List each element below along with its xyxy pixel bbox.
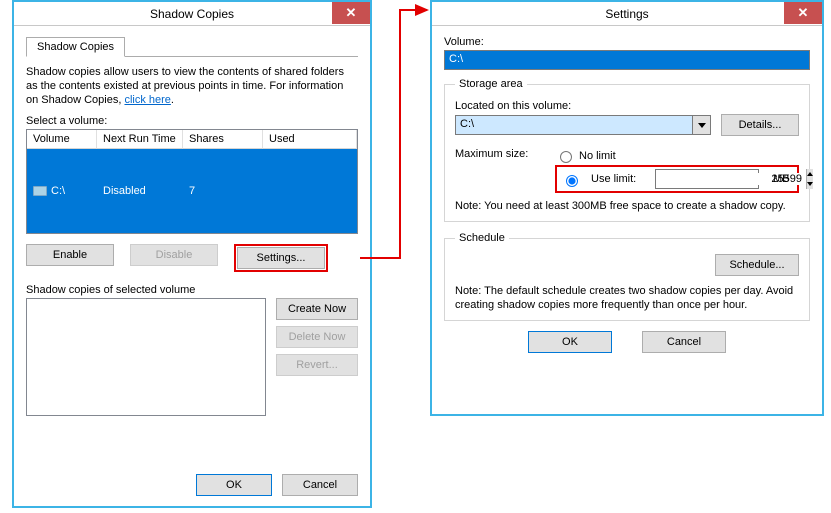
cell-used xyxy=(263,149,357,233)
revert-button: Revert... xyxy=(276,354,358,376)
storage-area-group: Storage area Located on this volume: C:\… xyxy=(444,78,810,222)
cell-shares: 7 xyxy=(183,149,263,233)
col-next-run-time[interactable]: Next Run Time xyxy=(97,130,183,149)
shadow-copies-dialog: Shadow Copies ✕ Shadow Copies Shadow cop… xyxy=(12,0,372,508)
max-size-label: Maximum size: xyxy=(455,146,535,160)
ok-button[interactable]: OK xyxy=(528,331,612,353)
located-label: Located on this volume: xyxy=(455,100,799,112)
window-title: Settings xyxy=(605,7,648,21)
limit-unit: MB xyxy=(773,173,790,185)
settings-highlight: Settings... xyxy=(234,244,328,272)
volume-value: C:\ xyxy=(449,53,463,65)
schedule-legend: Schedule xyxy=(455,232,509,244)
info-text-end: . xyxy=(171,94,174,106)
titlebar: Shadow Copies ✕ xyxy=(14,2,370,26)
schedule-group: Schedule Schedule... Note: The default s… xyxy=(444,232,810,321)
schedule-note: Note: The default schedule creates two s… xyxy=(455,284,799,312)
cancel-button[interactable]: Cancel xyxy=(642,331,726,353)
tab-shadow-copies[interactable]: Shadow Copies xyxy=(26,37,125,57)
storage-legend: Storage area xyxy=(455,78,527,90)
ok-button[interactable]: OK xyxy=(196,474,272,496)
copies-listbox[interactable] xyxy=(26,298,266,416)
col-used[interactable]: Used xyxy=(263,130,357,149)
cell-volume: C:\ xyxy=(51,185,65,197)
drive-icon xyxy=(33,186,47,196)
create-now-button[interactable]: Create Now xyxy=(276,298,358,320)
spinner-down-icon[interactable] xyxy=(807,179,813,189)
titlebar: Settings ✕ xyxy=(432,2,822,26)
volume-label: Volume: xyxy=(444,36,810,48)
use-limit-radio[interactable] xyxy=(566,175,578,187)
window-title: Shadow Copies xyxy=(150,7,234,21)
schedule-button[interactable]: Schedule... xyxy=(715,254,799,276)
select-volume-label: Select a volume: xyxy=(26,115,358,127)
located-volume-combo[interactable]: C:\ xyxy=(455,115,711,135)
use-limit-label: Use limit: xyxy=(591,173,645,185)
close-icon[interactable]: ✕ xyxy=(332,2,370,24)
details-button[interactable]: Details... xyxy=(721,114,799,136)
chevron-down-icon[interactable] xyxy=(692,116,710,134)
cell-next: Disabled xyxy=(97,149,183,233)
info-text-part: Shadow copies allow users to view the co… xyxy=(26,66,344,106)
tabstrip: Shadow Copies xyxy=(26,36,358,57)
col-shares[interactable]: Shares xyxy=(183,130,263,149)
enable-button[interactable]: Enable xyxy=(26,244,114,266)
spinner-up-icon[interactable] xyxy=(807,169,813,179)
info-text: Shadow copies allow users to view the co… xyxy=(26,65,358,107)
no-limit-label: No limit xyxy=(579,150,616,162)
storage-note: Note: You need at least 300MB free space… xyxy=(455,199,799,213)
use-limit-highlight: Use limit: MB xyxy=(555,165,799,193)
volume-field: C:\ xyxy=(444,50,810,70)
cancel-button[interactable]: Cancel xyxy=(282,474,358,496)
no-limit-radio[interactable] xyxy=(560,151,572,163)
settings-button[interactable]: Settings... xyxy=(237,247,325,269)
copies-label: Shadow copies of selected volume xyxy=(26,284,358,296)
click-here-link[interactable]: click here xyxy=(124,94,170,106)
delete-now-button: Delete Now xyxy=(276,326,358,348)
limit-number-field[interactable] xyxy=(655,169,759,189)
table-row[interactable]: C:\ Disabled 7 xyxy=(27,149,357,233)
disable-button: Disable xyxy=(130,244,218,266)
col-volume[interactable]: Volume xyxy=(27,130,97,149)
settings-dialog: Settings ✕ Volume: C:\ Storage area Loca… xyxy=(430,0,824,416)
combo-value: C:\ xyxy=(456,116,692,134)
close-icon[interactable]: ✕ xyxy=(784,2,822,24)
volume-table[interactable]: Volume Next Run Time Shares Used C:\ Dis… xyxy=(26,129,358,234)
